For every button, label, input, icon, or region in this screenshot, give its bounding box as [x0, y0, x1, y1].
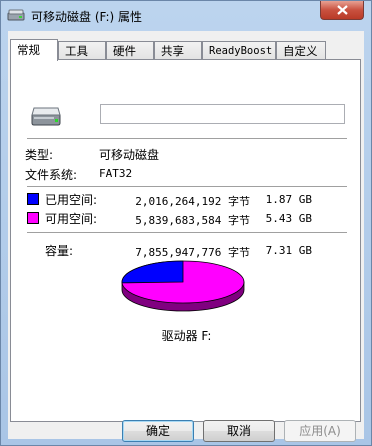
title-bar[interactable]: 可移动磁盘 (F:) 属性 — [1, 1, 371, 31]
tab-sharing[interactable]: 共享 — [154, 41, 202, 59]
tab-tools[interactable]: 工具 — [58, 41, 106, 59]
separator — [27, 186, 347, 188]
general-tab-panel: 类型: 可移动磁盘 文件系统: FAT32 已用空间: 2,016,264,19… — [10, 59, 361, 422]
used-space-bytes: 2,016,264,192 字节 — [135, 195, 250, 208]
used-space-label: 已用空间: — [45, 193, 98, 207]
close-button[interactable] — [320, 1, 364, 20]
free-space-bytes: 5,839,683,584 字节 — [135, 214, 250, 227]
free-space-size: 5.43 GB — [265, 212, 312, 225]
close-x-icon — [337, 5, 348, 15]
cancel-button[interactable]: 取消 — [203, 420, 275, 442]
dialog-client: 常规 工具 硬件 共享 ReadyBoost 自定义 类型: 可移动磁盘 文件系… — [8, 31, 364, 442]
apply-button[interactable]: 应用(A) — [284, 420, 356, 442]
filesystem-label: 文件系统: — [25, 168, 78, 182]
type-value: 可移动磁盘 — [99, 148, 160, 162]
used-space-swatch — [27, 193, 39, 205]
capacity-bytes: 7,855,947,776 字节 — [135, 246, 250, 259]
removable-drive-icon — [7, 8, 25, 22]
tab-strip: 常规 工具 硬件 共享 ReadyBoost 自定义 — [8, 39, 364, 61]
used-space-size: 1.87 GB — [265, 193, 312, 206]
removable-drive-icon — [29, 105, 63, 130]
type-label: 类型: — [25, 148, 54, 162]
free-space-label: 可用空间: — [45, 212, 98, 226]
used-space-pie-slice — [121, 260, 184, 284]
separator — [27, 232, 347, 234]
tab-readyboost[interactable]: ReadyBoost — [202, 41, 276, 59]
free-space-swatch — [27, 212, 39, 224]
tab-customize[interactable]: 自定义 — [276, 41, 326, 59]
drive-name-input[interactable] — [100, 104, 345, 124]
separator — [27, 138, 347, 140]
filesystem-value: FAT32 — [99, 167, 133, 180]
capacity-size: 7.31 GB — [265, 244, 312, 257]
tab-general[interactable]: 常规 — [10, 39, 58, 61]
window-title: 可移动磁盘 (F:) 属性 — [31, 10, 143, 24]
drive-label: 驱动器 F: — [161, 329, 212, 343]
ok-button[interactable]: 确定 — [122, 420, 194, 442]
properties-window: 可移动磁盘 (F:) 属性 常规 工具 硬件 共享 ReadyBoost 自定义 — [0, 0, 372, 446]
disk-usage-pie — [121, 260, 245, 312]
capacity-label: 容量: — [45, 244, 74, 258]
tab-hardware[interactable]: 硬件 — [106, 41, 154, 59]
